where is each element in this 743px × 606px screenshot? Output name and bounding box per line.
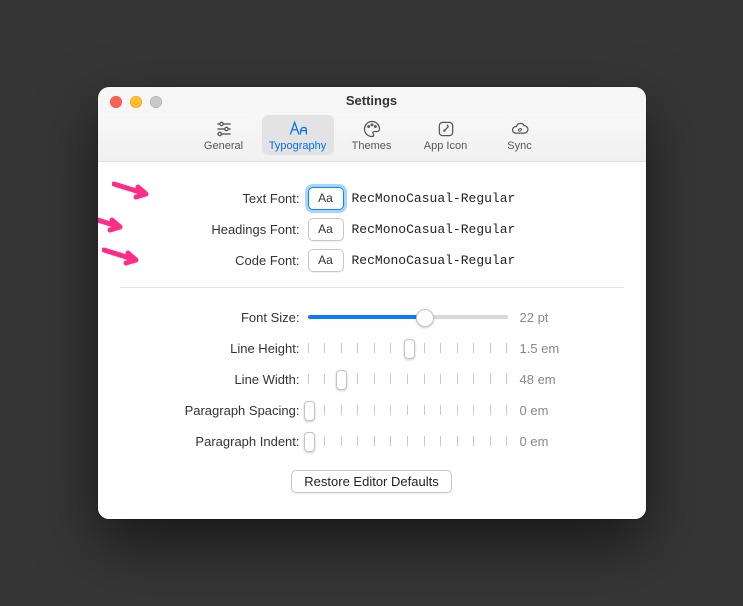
divider — [120, 287, 624, 288]
text-font-value: RecMonoCasual-Regular — [352, 191, 516, 206]
typography-pane: Text Font: Aa RecMonoCasual-Regular Head… — [98, 162, 646, 519]
line-width-slider[interactable] — [308, 369, 508, 389]
window-controls — [110, 96, 162, 108]
code-font-value: RecMonoCasual-Regular — [352, 253, 516, 268]
row-text-font: Text Font: Aa RecMonoCasual-Regular — [120, 185, 624, 211]
tab-label: App Icon — [424, 140, 467, 152]
preferences-toolbar: General Typography Themes — [98, 113, 646, 162]
row-paragraph-spacing: Paragraph Spacing: 0 em — [120, 397, 624, 423]
text-font-button[interactable]: Aa — [308, 187, 344, 210]
sliders-icon — [213, 119, 235, 139]
paragraph-spacing-value: 0 em — [520, 403, 570, 418]
tab-label: Themes — [352, 140, 392, 152]
row-headings-font: Headings Font: Aa RecMonoCasual-Regular — [120, 216, 624, 242]
tab-typography[interactable]: Typography — [262, 115, 334, 155]
headings-font-button[interactable]: Aa — [308, 218, 344, 241]
window-title: Settings — [346, 93, 397, 108]
code-font-label: Code Font: — [120, 253, 308, 268]
paragraph-indent-value: 0 em — [520, 434, 570, 449]
settings-window: Settings General Typograp — [98, 87, 646, 519]
typography-icon — [287, 119, 309, 139]
row-font-size: Font Size: 22 pt — [120, 304, 624, 330]
row-paragraph-indent: Paragraph Indent: 0 em — [120, 428, 624, 454]
row-line-height: Line Height: 1.5 em — [120, 335, 624, 361]
paragraph-spacing-slider[interactable] — [308, 400, 508, 420]
cloud-sync-icon — [509, 119, 531, 139]
minimize-icon[interactable] — [130, 96, 142, 108]
font-size-value: 22 pt — [520, 310, 570, 325]
font-size-slider[interactable] — [308, 307, 508, 327]
paragraph-spacing-label: Paragraph Spacing: — [120, 403, 308, 418]
tab-label: Sync — [507, 140, 531, 152]
zoom-icon[interactable] — [150, 96, 162, 108]
text-font-label: Text Font: — [120, 191, 308, 206]
paragraph-indent-label: Paragraph Indent: — [120, 434, 308, 449]
palette-icon — [361, 119, 383, 139]
headings-font-label: Headings Font: — [120, 222, 308, 237]
headings-font-value: RecMonoCasual-Regular — [352, 222, 516, 237]
close-icon[interactable] — [110, 96, 122, 108]
app-icon-icon — [435, 119, 457, 139]
line-height-label: Line Height: — [120, 341, 308, 356]
line-height-value: 1.5 em — [520, 341, 570, 356]
font-size-label: Font Size: — [120, 310, 308, 325]
paragraph-indent-slider[interactable] — [308, 431, 508, 451]
row-line-width: Line Width: 48 em — [120, 366, 624, 392]
line-width-label: Line Width: — [120, 372, 308, 387]
tab-sync[interactable]: Sync — [484, 115, 556, 155]
line-width-value: 48 em — [520, 372, 570, 387]
titlebar: Settings — [98, 87, 646, 113]
tab-label: Typography — [269, 140, 326, 152]
line-height-slider[interactable] — [308, 338, 508, 358]
tab-app-icon[interactable]: App Icon — [410, 115, 482, 155]
tab-general[interactable]: General — [188, 115, 260, 155]
restore-defaults-button[interactable]: Restore Editor Defaults — [291, 470, 451, 493]
code-font-button[interactable]: Aa — [308, 249, 344, 272]
tab-themes[interactable]: Themes — [336, 115, 408, 155]
row-code-font: Code Font: Aa RecMonoCasual-Regular — [120, 247, 624, 273]
tab-label: General — [204, 140, 243, 152]
